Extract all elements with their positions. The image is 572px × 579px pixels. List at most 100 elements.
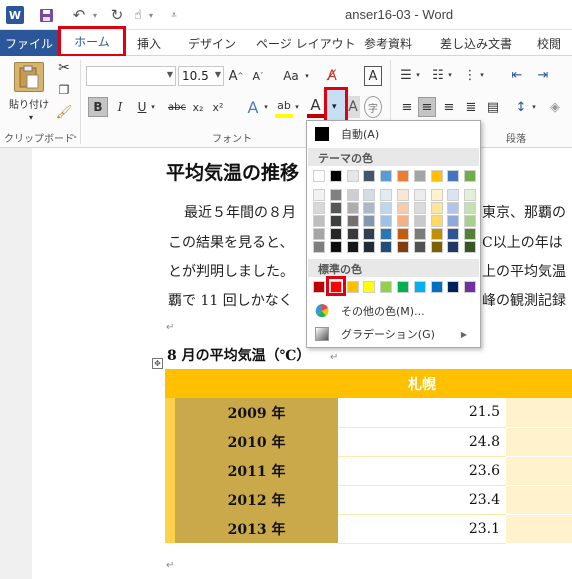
theme-color-swatch[interactable]	[397, 170, 409, 182]
theme-shade-swatch[interactable]	[329, 189, 342, 201]
theme-color-swatch[interactable]	[346, 170, 359, 182]
theme-shade-swatch[interactable]	[397, 215, 409, 227]
theme-shade-swatch[interactable]	[313, 215, 325, 227]
standard-color-swatch[interactable]	[447, 281, 460, 293]
body-line-end[interactable]: 東京、那覇の	[482, 202, 566, 222]
paste-dropdown-icon[interactable]: ▾	[26, 112, 36, 122]
theme-shade-swatch[interactable]	[413, 189, 426, 201]
paste-button-label[interactable]: 貼り付け	[6, 96, 52, 111]
theme-shade-swatch[interactable]	[413, 202, 426, 214]
theme-shade-swatch[interactable]	[464, 241, 477, 253]
theme-shade-swatch[interactable]	[380, 202, 393, 214]
standard-color-swatch[interactable]	[380, 281, 393, 293]
year-cell[interactable]: 2009 年	[164, 398, 339, 427]
theme-shade-swatch[interactable]	[329, 241, 342, 253]
theme-shade-swatch[interactable]	[363, 189, 376, 201]
theme-shade-swatch[interactable]	[363, 215, 376, 227]
theme-shade-swatch[interactable]	[430, 189, 443, 201]
char-border-icon[interactable]: A	[364, 66, 382, 86]
more-colors-item[interactable]: その他の色(M)...	[315, 301, 475, 321]
theme-color-swatch[interactable]	[363, 170, 376, 182]
theme-shade-swatch[interactable]	[313, 228, 325, 240]
theme-shade-swatch[interactable]	[380, 241, 393, 253]
grow-font-icon[interactable]: A ^	[228, 67, 244, 85]
underline-dropdown-icon[interactable]: ▾	[149, 97, 157, 117]
value-cell[interactable]	[506, 427, 572, 457]
year-cell[interactable]: 2011 年	[164, 456, 339, 485]
table-move-handle-icon[interactable]: ✥	[152, 358, 163, 369]
body-line[interactable]: 覇で 11 回しかなく	[168, 290, 293, 310]
copy-icon[interactable]: ❐	[56, 82, 72, 98]
bold-button[interactable]: B	[88, 97, 108, 117]
theme-shade-swatch[interactable]	[380, 228, 393, 240]
theme-shade-swatch[interactable]	[397, 202, 409, 214]
theme-shade-swatch[interactable]	[380, 189, 393, 201]
superscript-button[interactable]: x²	[210, 97, 226, 117]
theme-shade-swatch[interactable]	[413, 241, 426, 253]
standard-color-swatch[interactable]	[363, 281, 376, 293]
tab-design[interactable]: デザイン	[188, 35, 236, 52]
theme-color-swatch[interactable]	[430, 170, 443, 182]
bullets-icon[interactable]: ☰	[398, 66, 414, 84]
year-cell[interactable]: 2010 年	[164, 427, 339, 456]
tab-references[interactable]: 参考資料	[364, 35, 412, 52]
theme-shade-swatch[interactable]	[430, 202, 443, 214]
text-effects-dropdown-icon[interactable]: ▾	[262, 96, 270, 118]
cut-icon[interactable]: ✂	[56, 60, 72, 76]
change-case-dropdown-icon[interactable]: ▾	[303, 67, 311, 85]
touch-dropdown-icon[interactable]: ▾	[146, 6, 156, 24]
standard-color-swatch[interactable]	[464, 281, 477, 293]
theme-shade-swatch[interactable]	[447, 202, 460, 214]
theme-shade-swatch[interactable]	[313, 189, 325, 201]
chevron-down-icon[interactable]: ▼	[167, 70, 173, 79]
theme-shade-swatch[interactable]	[413, 215, 426, 227]
standard-color-swatch[interactable]	[346, 281, 359, 293]
table-title[interactable]: 8 月の平均気温（℃）	[167, 345, 310, 365]
distribute-icon[interactable]: ▤	[484, 97, 502, 117]
theme-shade-swatch[interactable]	[329, 228, 342, 240]
theme-shade-swatch[interactable]	[397, 189, 409, 201]
subscript-button[interactable]: x₂	[190, 97, 206, 117]
change-case-icon[interactable]: Aa	[279, 67, 303, 85]
value-cell[interactable]: 24.8	[338, 427, 507, 457]
underline-button[interactable]: U	[135, 97, 149, 117]
shading-icon[interactable]: ◈	[546, 97, 564, 117]
year-cell[interactable]: 2012 年	[164, 485, 339, 514]
data-table[interactable]: 札幌 2009 年 21.5 2010 年 24.8 2011 年 23.6 2…	[164, 369, 572, 544]
theme-shade-swatch[interactable]	[464, 189, 477, 201]
format-painter-icon[interactable]: 🖌	[56, 104, 73, 120]
body-line[interactable]: この結果を見ると、	[168, 232, 293, 252]
theme-shade-swatch[interactable]	[447, 189, 460, 201]
value-cell[interactable]: 23.6	[338, 456, 507, 486]
decrease-indent-icon[interactable]: ⇤	[508, 66, 526, 84]
standard-color-swatch[interactable]	[413, 281, 426, 293]
undo-dropdown-icon[interactable]: ▾	[90, 6, 100, 24]
char-shading-icon[interactable]: A	[346, 96, 360, 118]
align-right-icon[interactable]: ≡	[440, 97, 458, 117]
line-spacing-icon[interactable]: ↕	[512, 97, 530, 117]
theme-shade-swatch[interactable]	[397, 241, 409, 253]
value-cell[interactable]: 23.1	[338, 514, 507, 544]
theme-shade-swatch[interactable]	[363, 202, 376, 214]
table-header-cell[interactable]	[506, 369, 572, 398]
standard-color-swatch[interactable]	[397, 281, 409, 293]
theme-shade-swatch[interactable]	[363, 228, 376, 240]
paste-icon[interactable]	[14, 62, 44, 92]
tab-file[interactable]: ファイル	[0, 30, 58, 56]
year-cell[interactable]: 2013 年	[164, 514, 339, 543]
font-color-icon[interactable]: A	[307, 96, 324, 118]
standard-color-swatch[interactable]	[430, 281, 443, 293]
tab-review[interactable]: 校閲	[537, 35, 561, 52]
shrink-font-icon[interactable]: Aˇ	[250, 67, 266, 85]
table-header-cell[interactable]	[164, 369, 339, 398]
value-cell[interactable]: 23.4	[338, 485, 507, 515]
body-line[interactable]: とが判明しました。	[168, 261, 294, 281]
theme-shade-swatch[interactable]	[313, 241, 325, 253]
font-name-combobox[interactable]: ▼	[86, 66, 176, 86]
theme-shade-swatch[interactable]	[447, 228, 460, 240]
line-spacing-dropdown-icon[interactable]: ▾	[530, 97, 538, 117]
theme-shade-swatch[interactable]	[464, 202, 477, 214]
multilevel-dropdown-icon[interactable]: ▾	[478, 66, 486, 84]
theme-shade-swatch[interactable]	[313, 202, 325, 214]
word-logo-icon[interactable]: W	[6, 6, 24, 24]
